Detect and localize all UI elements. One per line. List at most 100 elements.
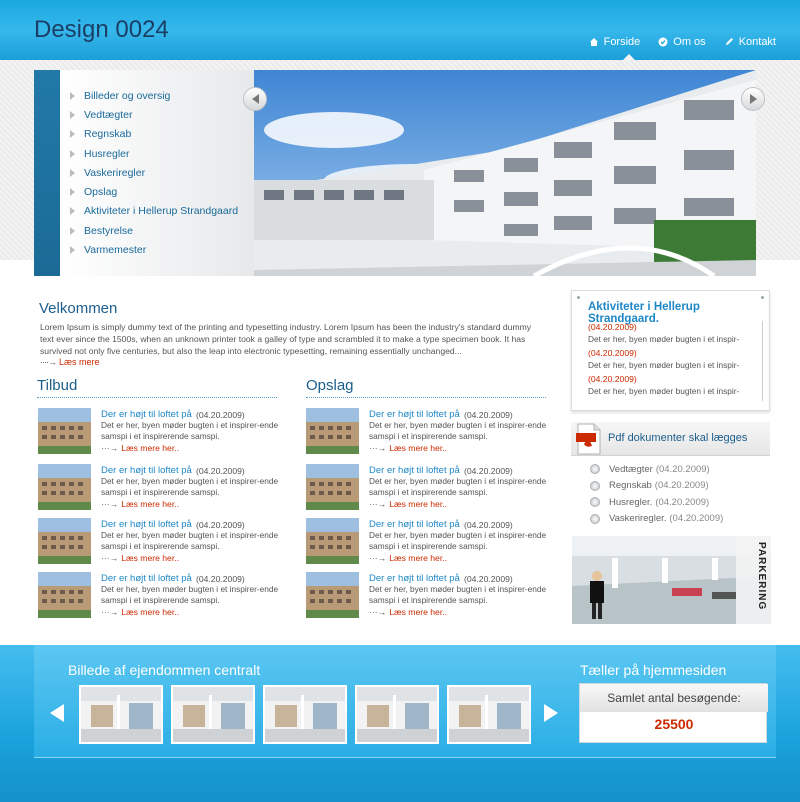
- news-title-link[interactable]: Der er højt til loftet på: [369, 573, 460, 584]
- sidebar-item-bestyrelse[interactable]: Bestyrelse: [70, 221, 272, 240]
- footer-divider: [34, 757, 776, 758]
- gallery-next-button[interactable]: [544, 704, 558, 722]
- tilbud-title: Tilbud: [37, 377, 78, 394]
- news-thumbnail[interactable]: [306, 464, 359, 510]
- news-body: Det er her, byen møder bugten i et inspi…: [369, 420, 547, 441]
- sidebar-item-billeder[interactable]: Billeder og oversig: [70, 86, 272, 105]
- counter-title: Tæller på hjemmesiden: [580, 662, 727, 678]
- parking-label: PARKERING: [756, 542, 767, 611]
- welcome-read-more-link[interactable]: ····→ Læs mere: [40, 357, 100, 367]
- news-thumbnail[interactable]: [38, 572, 91, 618]
- read-more-label: Læs mere her..: [389, 499, 447, 509]
- news-thumbnail[interactable]: [306, 518, 359, 564]
- news-title-link[interactable]: Der er højt til loftet på: [101, 409, 192, 420]
- pdf-item-name: Vaskeriregler.: [609, 513, 667, 525]
- sidebar-item-aktiviteter[interactable]: Aktiviteter i Hellerup Strandgaard: [70, 202, 272, 221]
- circle-bullet-icon: [590, 464, 600, 475]
- visitor-counter: Samlet antal besøgende: 25500: [579, 683, 768, 743]
- gallery-thumbnail[interactable]: [263, 685, 347, 744]
- read-more-link[interactable]: ···→ Læs mere her..: [369, 607, 447, 617]
- activity-text: Det er her, byen møder bugten i et inspi…: [588, 360, 740, 370]
- sidebar-item-husregler[interactable]: Husregler: [70, 144, 272, 163]
- activity-item[interactable]: (04.20.2009) Det er her, byen møder bugt…: [588, 348, 768, 370]
- nav-om-os[interactable]: Om os: [658, 36, 706, 48]
- news-thumbnail[interactable]: [306, 572, 359, 618]
- news-thumbnail[interactable]: [38, 464, 91, 510]
- counter-label: Samlet antal besøgende:: [580, 684, 768, 712]
- gallery-thumbnail[interactable]: [171, 685, 255, 744]
- read-more-link[interactable]: ···→ Læs mere her..: [101, 553, 179, 563]
- news-date: (04.20.2009): [464, 409, 513, 420]
- pin-icon: [577, 296, 580, 299]
- news-title-link[interactable]: Der er højt til loftet på: [101, 519, 192, 530]
- counter-value: 25500: [654, 716, 694, 732]
- nav-kontakt[interactable]: Kontakt: [724, 36, 776, 48]
- pdf-item-date: (04.20.2009): [669, 513, 724, 525]
- pdf-item[interactable]: Vedtægter (04.20.2009): [590, 461, 723, 478]
- read-more-link[interactable]: ···→ Læs mere her..: [101, 499, 179, 509]
- pencil-icon: [725, 38, 733, 45]
- sidebar-item-vaskeriregler[interactable]: Vaskeriregler: [70, 163, 272, 182]
- gallery-thumbnail[interactable]: [447, 685, 531, 744]
- home-icon: [589, 38, 598, 46]
- pdf-item[interactable]: Vaskeriregler. (04.20.2009): [590, 511, 723, 528]
- pdf-item[interactable]: Husregler. (04.20.2009): [590, 494, 723, 511]
- slider-next-button[interactable]: [741, 87, 765, 111]
- nav-forside[interactable]: Forside: [589, 36, 641, 48]
- read-more-link[interactable]: ···→ Læs mere her..: [369, 553, 447, 563]
- parking-banner[interactable]: PARKERING: [572, 536, 771, 624]
- sidebar-item-opslag[interactable]: Opslag: [70, 182, 272, 201]
- gallery-thumbnail[interactable]: [79, 685, 163, 744]
- arrow-dots-icon: ···→: [369, 499, 387, 509]
- list-item: Der er højt til loftet på (04.20.2009) D…: [38, 572, 288, 618]
- site-logo[interactable]: Design 0024: [34, 16, 169, 44]
- news-title-link[interactable]: Der er højt til loftet på: [369, 519, 460, 530]
- slider-prev-button[interactable]: [243, 87, 267, 111]
- news-thumbnail[interactable]: [38, 408, 91, 454]
- sidebar-menu: Billeder og oversig Vedtægter Regnskab H…: [60, 70, 274, 276]
- arrow-right-icon: [70, 226, 75, 235]
- hero-side-bar: [34, 70, 60, 276]
- read-more-link[interactable]: ···→ Læs mere her..: [369, 499, 447, 509]
- read-more-link[interactable]: ···→ Læs mere her..: [101, 443, 179, 453]
- news-title-link[interactable]: Der er højt til loftet på: [101, 573, 192, 584]
- news-title-link[interactable]: Der er højt til loftet på: [369, 465, 460, 476]
- activity-item[interactable]: (04.20.2009) Det er her, byen møder bugt…: [588, 374, 768, 396]
- pin-icon: [761, 296, 764, 299]
- sidebar-item-vedtaegter[interactable]: Vedtægter: [70, 105, 272, 124]
- arrow-dots-icon: ···→: [369, 553, 387, 563]
- arrow-right-icon: [70, 91, 75, 100]
- news-body: Det er her, byen møder bugten i et inspi…: [369, 476, 547, 497]
- gallery-thumbnail[interactable]: [355, 685, 439, 744]
- read-more-label: Læs mere: [59, 357, 100, 367]
- news-date: (04.20.2009): [464, 465, 513, 476]
- read-more-label: Læs mere her..: [121, 499, 179, 509]
- activity-item[interactable]: (04.20.2009) Det er her, byen møder bugt…: [588, 322, 768, 344]
- news-body: Det er her, byen møder bugten i et inspi…: [369, 530, 547, 551]
- list-item: Der er højt til loftet på (04.20.2009) D…: [38, 408, 288, 454]
- pdf-list: Vedtægter (04.20.2009) Regnskab (04.20.200…: [590, 461, 723, 527]
- news-title-link[interactable]: Der er højt til loftet på: [369, 409, 460, 420]
- news-title-link[interactable]: Der er højt til loftet på: [101, 465, 192, 476]
- nav-label: Forside: [603, 36, 641, 48]
- sidebar-item-varmemester[interactable]: Varmemester: [70, 240, 272, 259]
- pdf-item[interactable]: Regnskab (04.20.2009): [590, 478, 723, 495]
- scrollbar[interactable]: [762, 321, 763, 401]
- read-more-label: Læs mere her..: [389, 553, 447, 563]
- arrow-dots-icon: ···→: [369, 443, 387, 453]
- activity-text: Det er her, byen møder bugten i et inspi…: [588, 386, 740, 396]
- read-more-label: Læs mere her..: [389, 607, 447, 617]
- hero-building-photo: [254, 70, 756, 276]
- news-thumbnail[interactable]: [306, 408, 359, 454]
- activity-date: (04.20.2009): [588, 374, 637, 384]
- sidebar-item-label: Vedtægter: [84, 108, 133, 121]
- sidebar-item-regnskab[interactable]: Regnskab: [70, 125, 272, 144]
- read-more-link[interactable]: ···→ Læs mere her..: [101, 607, 179, 617]
- sidebar-item-label: Aktiviteter i Hellerup Strandgaard: [84, 205, 239, 218]
- read-more-link[interactable]: ···→ Læs mere her..: [369, 443, 447, 453]
- gallery-prev-button[interactable]: [50, 704, 64, 722]
- news-date: (04.20.2009): [196, 409, 245, 420]
- news-thumbnail[interactable]: [38, 518, 91, 564]
- arrow-right-icon: [70, 188, 75, 197]
- nav-label: Om os: [673, 36, 706, 48]
